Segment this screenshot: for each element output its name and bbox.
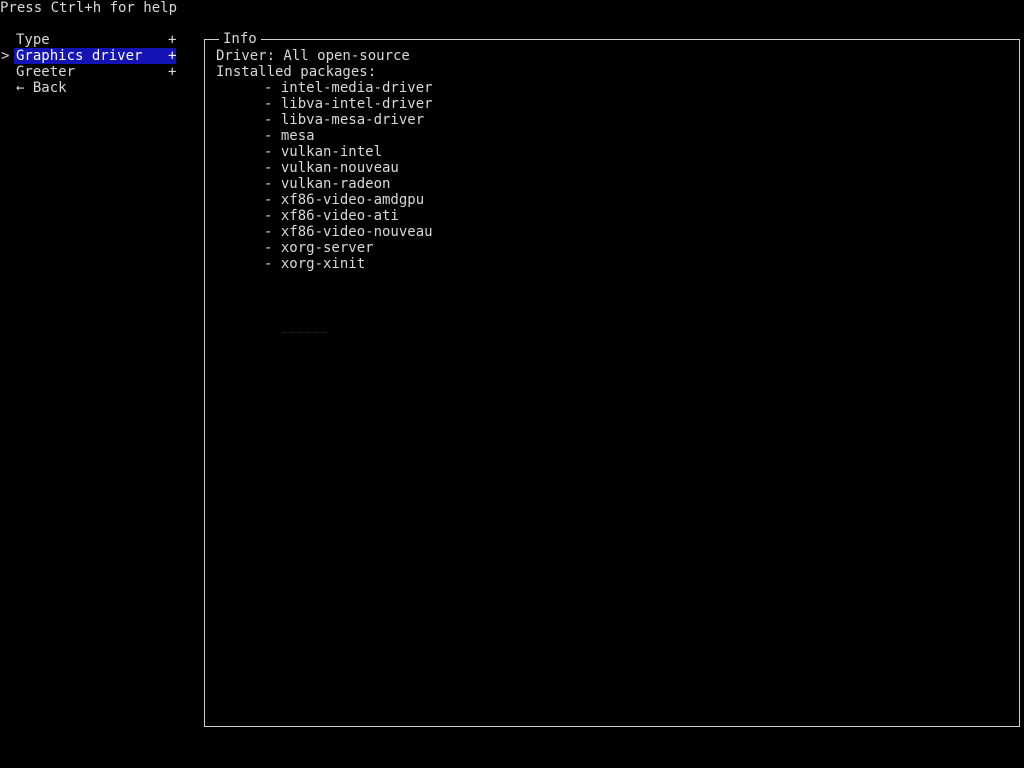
info-panel-title: Info [219, 31, 261, 47]
package-item: - xorg-server [264, 240, 374, 256]
faint-artifact [283, 332, 327, 335]
package-item: - mesa [264, 128, 315, 144]
expand-indicator: + [168, 32, 177, 48]
menu-item-type[interactable]: Type + [0, 32, 178, 48]
back-label: ← Back [16, 80, 67, 96]
package-item: - vulkan-radeon [264, 176, 391, 192]
menu-item-greeter[interactable]: Greeter + [0, 64, 178, 80]
package-item: - intel-media-driver [264, 80, 433, 96]
package-item: - xf86-video-nouveau [264, 224, 433, 240]
menu-item-label: Type [16, 32, 50, 48]
help-hint: Press Ctrl+h for help [0, 0, 178, 16]
menu-item-back[interactable]: ← Back [0, 80, 178, 96]
package-item: - libva-intel-driver [264, 96, 433, 112]
package-item: - xf86-video-ati [264, 208, 399, 224]
driver-line: Driver: All open-source [216, 48, 410, 64]
package-item: - libva-mesa-driver [264, 112, 425, 128]
menu-item-graphics-driver[interactable]: > Graphics driver + [0, 48, 178, 64]
menu-cursor: > [1, 48, 10, 64]
package-item: - xf86-video-amdgpu [264, 192, 425, 208]
menu-item-label: Greeter [16, 64, 76, 80]
expand-indicator: + [168, 48, 177, 64]
info-panel: Info Driver: All open-source Installed p… [204, 31, 1020, 727]
package-item: - xorg-xinit [264, 256, 366, 272]
expand-indicator: + [168, 64, 177, 80]
package-item: - vulkan-intel [264, 144, 383, 160]
installed-packages-label: Installed packages: [216, 64, 377, 80]
package-item: - vulkan-nouveau [264, 160, 399, 176]
menu-item-label: Graphics driver [16, 48, 143, 64]
